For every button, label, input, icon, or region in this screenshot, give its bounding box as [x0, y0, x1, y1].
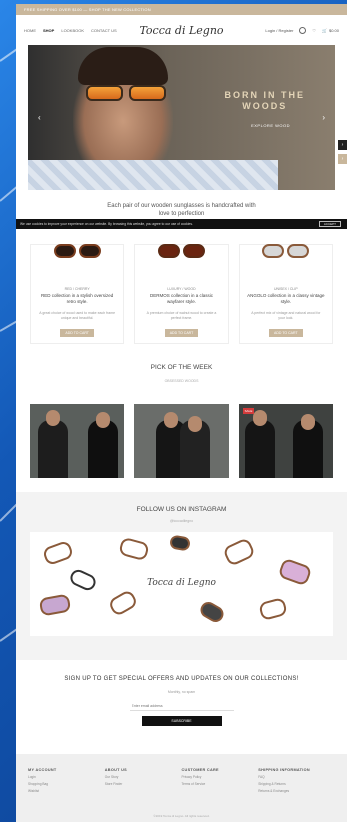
brand-tagline: Each pair of our wooden sunglasses is ha… [107, 203, 256, 217]
footer-column-about: ABOUT US Our Story Store Finder [105, 768, 182, 793]
product-description: A great choice of wood used to make each… [39, 311, 116, 320]
copyright-text: ©2019 Tocca di Legno. All rights reserve… [153, 814, 210, 818]
side-tab-dark[interactable]: › [338, 140, 347, 150]
newsletter-form: SUBSCRIBE [16, 702, 347, 726]
announcement-bar: FREE SHIPPING OVER $100 — SHOP THE NEW C… [16, 4, 347, 15]
cart-total: $0.00 [328, 27, 339, 33]
product-card[interactable]: UNISEX / CLIP ANGOLO collection in a cla… [238, 244, 333, 344]
hero-title: BORN IN THE WOODS [225, 90, 306, 112]
newsletter-title: SIGN UP TO GET SPECIAL OFFERS AND UPDATE… [64, 676, 299, 682]
site-logo[interactable]: Tocca di Legno [139, 24, 223, 37]
footer-link[interactable]: Wishlist [28, 789, 105, 793]
instagram-handle[interactable]: @toccadilegno [16, 519, 347, 523]
search-icon[interactable] [299, 26, 307, 34]
hero-prev-arrow[interactable]: ‹ [38, 113, 41, 122]
footer-heading: CUSTOMER CARE [181, 768, 219, 772]
newsletter-section: SIGN UP TO GET SPECIAL OFFERS AND UPDATE… [16, 676, 347, 726]
footer-heading: ABOUT US [104, 768, 127, 772]
product-category: LUXURY / WOOD [167, 287, 196, 291]
product-grid: RED / CHERRY RED collection in a stylish… [30, 244, 333, 344]
pick-of-week-header: PICK OF THE WEEK OBSESSED WOODS [16, 364, 347, 383]
footer-link[interactable]: Privacy Policy [182, 775, 259, 779]
footer-link[interactable]: Terms of Service [182, 782, 259, 786]
main-nav: HOME SHOP LOOKBOOK CONTACT US [24, 28, 117, 33]
instagram-logo-text: Tocca di Legno [147, 578, 216, 588]
product-category: UNISEX / CLIP [273, 287, 298, 291]
lookbook-image[interactable]: SALE [238, 404, 333, 478]
add-to-cart-button[interactable]: ADD TO CART [269, 329, 303, 337]
hero-title-line1: BORN IN THE [224, 90, 305, 100]
site-footer: MY ACCOUNT Login Shopping Bag Wishlist A… [16, 754, 347, 822]
hero-banner: BORN IN THE WOODS EXPLORE WOOD ‹ › [28, 45, 335, 190]
footer-column-account: MY ACCOUNT Login Shopping Bag Wishlist [28, 768, 105, 793]
instagram-feed-image[interactable]: Tocca di Legno [30, 532, 333, 636]
nav-shop[interactable]: SHOP [43, 28, 54, 33]
lookbook-image[interactable] [30, 404, 125, 478]
footer-link[interactable]: Returns & Exchanges [258, 789, 335, 793]
nav-lookbook[interactable]: LOOKBOOK [61, 28, 84, 33]
product-card[interactable]: LUXURY / WOOD DERMOS collection in a cla… [134, 244, 229, 344]
product-image [258, 239, 314, 263]
nav-home[interactable]: HOME [24, 28, 36, 33]
website-page: FREE SHIPPING OVER $100 — SHOP THE NEW C… [16, 4, 347, 822]
hero-sunglasses [86, 85, 166, 101]
product-description: A premium choice of walnut wood to creat… [146, 311, 217, 320]
cart-icon: 🛒 [322, 27, 327, 33]
cookie-banner: We use cookies to improve your experienc… [16, 219, 347, 229]
hero-model-hair [78, 47, 168, 85]
cart-button[interactable]: 🛒 $0.00 [322, 28, 339, 33]
site-header: HOME SHOP LOOKBOOK CONTACT US Tocca di L… [16, 15, 347, 45]
pick-of-week-subtitle: OBSESSED WOODS [164, 379, 199, 383]
product-card[interactable]: RED / CHERRY RED collection in a stylish… [30, 244, 125, 344]
side-tab-accent[interactable]: › [338, 154, 347, 164]
add-to-cart-button[interactable]: ADD TO CART [60, 329, 94, 337]
hero-next-arrow[interactable]: › [322, 113, 325, 122]
footer-heading: MY ACCOUNT [28, 768, 57, 772]
explore-wood-button[interactable]: EXPLORE WOOD [251, 123, 290, 128]
product-name[interactable]: ANGOLO collection in a classy vintage st… [240, 293, 332, 305]
cookie-text: We use cookies to improve your experienc… [20, 222, 193, 226]
account-link[interactable]: Login / Register [265, 28, 293, 33]
hero-model-shirt [28, 160, 278, 190]
product-category: RED / CHERRY [64, 287, 90, 291]
nav-contact[interactable]: CONTACT US [91, 28, 117, 33]
footer-link[interactable]: Store Finder [105, 782, 182, 786]
product-name[interactable]: RED collection in a stylish oversized re… [31, 293, 123, 305]
product-image [153, 239, 209, 263]
footer-link[interactable]: Shipping & Returns [258, 782, 335, 786]
product-image [49, 239, 105, 263]
cookie-accept-button[interactable]: ACCEPT [318, 221, 341, 227]
header-actions: Login / Register ♡ 🛒 $0.00 [265, 26, 339, 34]
heart-icon[interactable]: ♡ [312, 28, 316, 33]
lookbook-image[interactable] [134, 404, 229, 478]
sale-badge: SALE [242, 408, 255, 414]
hero-title-line2: WOODS [242, 101, 288, 111]
product-name[interactable]: DERMOS collection in a classic wayfarer … [135, 293, 227, 305]
instagram-title: FOLLOW US ON INSTAGRAM [136, 506, 227, 513]
footer-link[interactable]: Our Story [105, 775, 182, 779]
pick-of-week-title: PICK OF THE WEEK [150, 364, 213, 371]
email-input[interactable] [129, 702, 234, 711]
footer-column-shipping: SHIPPING INFORMATION FAQ Shipping & Retu… [258, 768, 335, 793]
instagram-section: FOLLOW US ON INSTAGRAM @toccadilegno Toc… [16, 492, 347, 660]
footer-heading: SHIPPING INFORMATION [258, 768, 310, 772]
footer-link[interactable]: Login [28, 775, 105, 779]
add-to-cart-button[interactable]: ADD TO CART [164, 329, 199, 337]
footer-link[interactable]: Shopping Bag [28, 782, 105, 786]
newsletter-subtitle: Monthly, no spam [167, 690, 196, 694]
product-description: A perfect mix of vintage and natural woo… [251, 311, 321, 320]
footer-column-care: CUSTOMER CARE Privacy Policy Terms of Se… [182, 768, 259, 793]
footer-link[interactable]: FAQ [258, 775, 335, 779]
pick-of-week-gallery: SALE [30, 404, 333, 478]
subscribe-button[interactable]: SUBSCRIBE [141, 716, 222, 726]
